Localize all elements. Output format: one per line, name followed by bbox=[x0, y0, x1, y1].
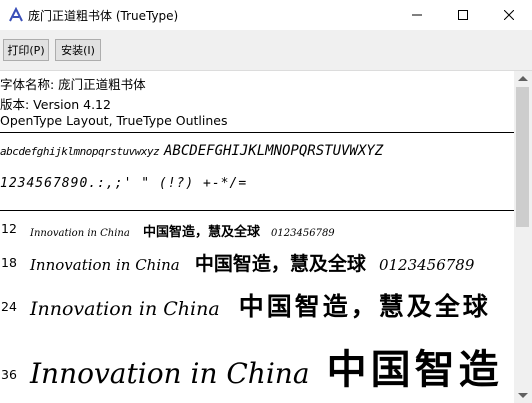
sample-size-12: 12 bbox=[1, 221, 17, 236]
divider bbox=[0, 210, 514, 211]
sample-line-18: Innovation in China 中国智造，慧及全球 0123456789 bbox=[30, 249, 474, 276]
toolbar: 打印(P) 安装(I) bbox=[0, 30, 532, 71]
sample-line-36: Innovation in China 中国智造 bbox=[30, 337, 503, 395]
maximize-button[interactable] bbox=[440, 0, 486, 30]
vertical-scrollbar[interactable] bbox=[514, 71, 532, 403]
minimize-icon bbox=[412, 14, 422, 16]
sample-cjk: 中国智造，慧及全球 bbox=[142, 225, 260, 240]
lowercase-sample: abcdefghijklmnopqrstuvwxyz bbox=[0, 145, 160, 158]
sample-size-18: 18 bbox=[1, 255, 17, 270]
scrollbar-thumb[interactable] bbox=[516, 87, 529, 227]
scroll-down-icon[interactable] bbox=[518, 393, 528, 398]
sample-line-12: Innovation in China 中国智造，慧及全球 0123456789 bbox=[30, 221, 335, 240]
maximize-icon bbox=[458, 10, 468, 20]
sample-line-24: Innovation in China 中国智造，慧及全球 bbox=[30, 287, 491, 323]
outline-type: OpenType Layout, TrueType Outlines bbox=[0, 113, 228, 128]
uppercase-sample: ABCDEFGHIJKLMNOPQRSTUVWXYZ bbox=[164, 143, 384, 159]
close-button[interactable] bbox=[486, 0, 532, 30]
sample-size-36: 36 bbox=[1, 367, 17, 382]
font-version: 版本: Version 4.12 bbox=[0, 97, 111, 112]
sample-latin: Innovation in China bbox=[30, 228, 130, 239]
divider bbox=[0, 132, 514, 133]
minimize-button[interactable] bbox=[394, 0, 440, 30]
font-preview: 字体名称: 庞门正道粗书体 版本: Version 4.12 OpenType … bbox=[0, 71, 514, 403]
sample-cjk: 中国智造，慧及全球 bbox=[238, 292, 491, 321]
sample-digits: 0123456789 bbox=[271, 228, 335, 239]
sample-latin: Innovation in China bbox=[30, 256, 180, 274]
sample-latin: Innovation in China bbox=[30, 357, 310, 390]
sample-cjk: 中国智造 bbox=[326, 346, 503, 393]
sample-latin: Innovation in China bbox=[30, 298, 220, 320]
sample-cjk: 中国智造，慧及全球 bbox=[194, 253, 366, 275]
print-button[interactable]: 打印(P) bbox=[3, 39, 49, 61]
scroll-up-icon[interactable] bbox=[518, 76, 528, 81]
font-viewer-icon bbox=[8, 6, 24, 23]
sample-size-24: 24 bbox=[1, 299, 17, 314]
title-bar: 庞门正道粗书体 (TrueType) bbox=[0, 0, 532, 30]
font-name: 字体名称: 庞门正道粗书体 bbox=[0, 77, 146, 92]
digits-symbols-sample: 1234567890.:,;' " (!?) +-*/= bbox=[0, 176, 248, 191]
window-title: 庞门正道粗书体 (TrueType) bbox=[28, 9, 179, 23]
sample-digits: 0123456789 bbox=[378, 256, 475, 274]
close-icon bbox=[504, 10, 514, 20]
install-button[interactable]: 安装(I) bbox=[55, 39, 101, 61]
